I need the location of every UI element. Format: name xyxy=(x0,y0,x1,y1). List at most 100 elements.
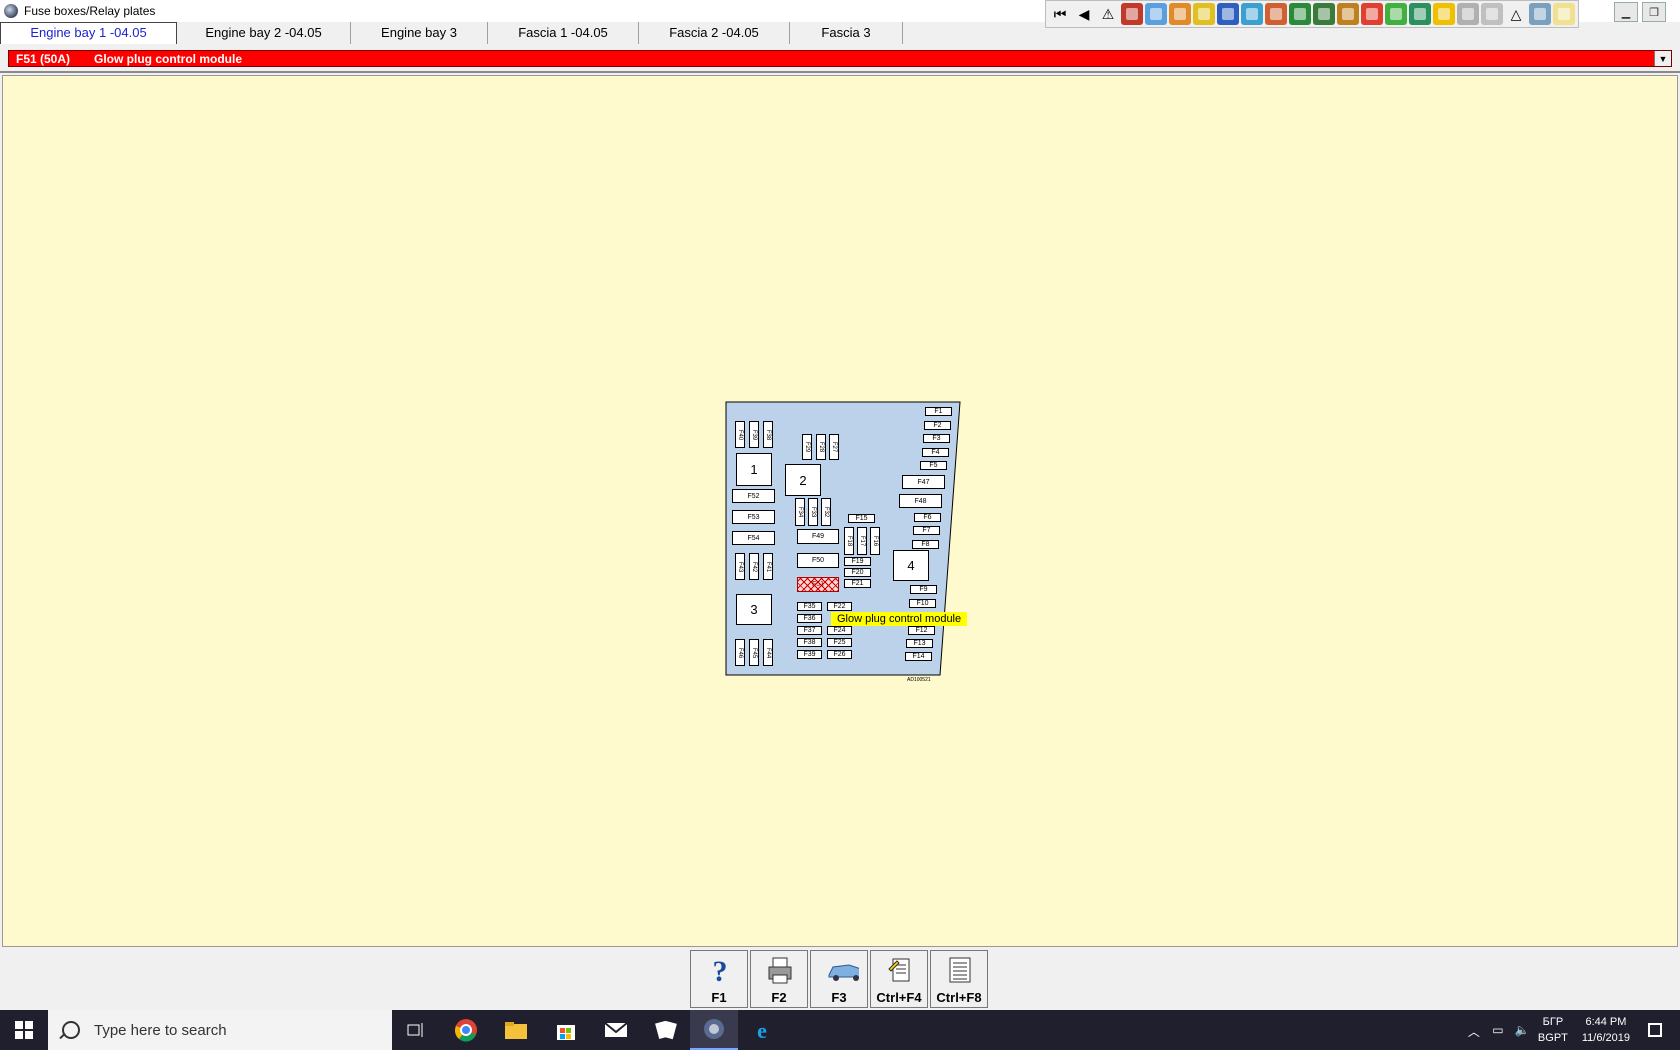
door-icon[interactable] xyxy=(1289,3,1311,25)
fuse-f48[interactable]: F48 xyxy=(899,494,942,508)
restore-button[interactable]: ❐ xyxy=(1642,2,1666,22)
tab-engine-bay-1[interactable]: Engine bay 1 -04.05 xyxy=(0,22,177,44)
minimize-button[interactable]: ▁ xyxy=(1614,2,1638,22)
fuse-f52[interactable]: F52 xyxy=(732,489,775,503)
fuse-f35[interactable]: F37 xyxy=(797,626,822,635)
fuse-f20[interactable]: F20 xyxy=(844,568,871,577)
diagram-icon[interactable] xyxy=(1313,3,1335,25)
search-input[interactable] xyxy=(92,1020,376,1040)
fuse-f42[interactable]: F42 xyxy=(749,553,759,580)
engine-icon[interactable] xyxy=(1145,3,1167,25)
pen-icon[interactable] xyxy=(1337,3,1359,25)
warning-icon[interactable]: ⚠ xyxy=(1097,3,1119,25)
fuse-f17[interactable]: F17 xyxy=(857,527,867,555)
fuse-f27[interactable]: F27 xyxy=(829,434,839,460)
fuse-f21[interactable]: F21 xyxy=(844,579,871,588)
fuse-f54[interactable]: F54 xyxy=(732,531,775,545)
fuse-f36[interactable]: F38 xyxy=(797,638,822,647)
notifications-icon[interactable] xyxy=(1648,1023,1662,1037)
fuse-f7[interactable]: F7 xyxy=(913,526,940,535)
fuse-f5[interactable]: F5 xyxy=(920,461,947,470)
flag-icon[interactable] xyxy=(1121,3,1143,25)
fuse-f51[interactable]: F51 xyxy=(797,577,839,592)
fuse-f45[interactable]: F45 xyxy=(749,639,759,666)
fuse-f13[interactable]: F13 xyxy=(906,639,933,648)
fuse-f1[interactable]: F1 xyxy=(925,407,952,416)
task-view-button[interactable] xyxy=(392,1010,440,1050)
settings-icon[interactable] xyxy=(1169,3,1191,25)
store-app[interactable] xyxy=(542,1010,590,1050)
fuse-f12[interactable]: F12 xyxy=(908,626,935,635)
spray-icon[interactable] xyxy=(1457,3,1479,25)
fuse-f47[interactable]: F47 xyxy=(902,475,945,489)
fuse-f18[interactable]: F18 xyxy=(844,527,854,555)
fuse-f46[interactable]: F46 xyxy=(735,639,745,666)
fuse-f34[interactable]: F36 xyxy=(797,614,822,623)
car-diagram-button[interactable]: F3 xyxy=(810,950,868,1008)
fuse-f33[interactable]: F35 xyxy=(797,602,822,611)
component-selector[interactable]: F51 (50A) Glow plug control module ▼ xyxy=(8,50,1672,67)
relay-4[interactable]: 4 xyxy=(893,550,929,581)
battery-icon[interactable] xyxy=(1385,3,1407,25)
fuse-f19[interactable]: F19 xyxy=(844,557,871,566)
note-icon[interactable] xyxy=(1553,3,1575,25)
taskbar-search[interactable] xyxy=(48,1010,392,1050)
fuse-f28[interactable]: F28 xyxy=(816,434,826,460)
fuse-f14[interactable]: F14 xyxy=(905,652,932,661)
clock[interactable]: 6:44 PM 11/6/2019 xyxy=(1582,1014,1630,1046)
fuse-f44[interactable]: F44 xyxy=(763,639,773,666)
file-explorer-app[interactable] xyxy=(492,1010,540,1050)
tab-engine-bay-2[interactable]: Engine bay 2 -04.05 xyxy=(177,22,351,44)
fusebox-app[interactable] xyxy=(690,1010,738,1050)
fuse-f24[interactable]: F24 xyxy=(827,626,852,635)
fuse-f16[interactable]: F16 xyxy=(870,527,880,555)
mail-app[interactable] xyxy=(592,1010,640,1050)
fuse-f53[interactable]: F53 xyxy=(732,510,775,524)
gauge-icon[interactable] xyxy=(1217,3,1239,25)
fuse-f9[interactable]: F9 xyxy=(910,585,937,594)
fuse-f40[interactable]: F40 xyxy=(735,421,745,448)
fuse-f30[interactable]: F32 xyxy=(821,498,831,526)
dropdown-arrow-icon[interactable]: ▼ xyxy=(1654,51,1671,66)
tools-icon[interactable] xyxy=(1193,3,1215,25)
tab-fascia-1[interactable]: Fascia 1 -04.05 xyxy=(488,22,639,44)
network-icon[interactable]: ▭ xyxy=(1490,1023,1506,1037)
triangle-icon[interactable]: △ xyxy=(1505,3,1527,25)
print-button[interactable]: F2 xyxy=(750,950,808,1008)
relay-3[interactable]: 3 xyxy=(736,594,772,625)
relay-2[interactable]: 2 xyxy=(785,464,821,496)
tab-engine-bay-3[interactable]: Engine bay 3 xyxy=(351,22,488,44)
fuse-f26[interactable]: F26 xyxy=(827,650,852,659)
chrome-app[interactable] xyxy=(442,1010,490,1050)
fuse-f4[interactable]: F4 xyxy=(922,448,949,457)
fuse-f49[interactable]: F49 xyxy=(797,529,839,544)
relay-1[interactable]: 1 xyxy=(736,453,772,486)
volume-icon[interactable]: 🔈 xyxy=(1514,1023,1530,1037)
help-button[interactable]: ? F1 xyxy=(690,950,748,1008)
notes-button[interactable]: Ctrl+F4 xyxy=(870,950,928,1008)
fuse-f37[interactable]: F39 xyxy=(797,650,822,659)
first-page-icon[interactable]: ⏮ xyxy=(1049,3,1071,25)
fuse-f29[interactable]: F29 xyxy=(802,434,812,460)
fuse-f8[interactable]: F8 xyxy=(912,540,939,549)
fuse-f32[interactable]: F34 xyxy=(795,498,805,526)
lamp-icon[interactable] xyxy=(1481,3,1503,25)
wiring-icon[interactable] xyxy=(1241,3,1263,25)
fuse-f50[interactable]: F50 xyxy=(797,553,839,568)
fuse-f15[interactable]: F15 xyxy=(848,514,875,523)
fuse-f43[interactable]: F43 xyxy=(735,553,745,580)
fuse-f39[interactable]: F39 xyxy=(749,421,759,448)
ie-app[interactable]: e xyxy=(738,1010,786,1050)
tab-fascia-3[interactable]: Fascia 3 xyxy=(790,22,903,44)
tab-fascia-2[interactable]: Fascia 2 -04.05 xyxy=(639,22,790,44)
fuse-f41[interactable]: F41 xyxy=(763,553,773,580)
start-button[interactable] xyxy=(0,1010,48,1050)
chevron-up-icon[interactable]: ︿ xyxy=(1466,1023,1482,1039)
fuse-f2[interactable]: F2 xyxy=(924,421,951,430)
fuse-f22[interactable]: F22 xyxy=(827,602,852,611)
smile-icon[interactable] xyxy=(1361,3,1383,25)
fuse-f10[interactable]: F10 xyxy=(909,599,936,608)
fuse-f3[interactable]: F3 xyxy=(923,434,950,443)
fuse-f38[interactable]: F38 xyxy=(763,421,773,448)
sensor-icon[interactable] xyxy=(1409,3,1431,25)
